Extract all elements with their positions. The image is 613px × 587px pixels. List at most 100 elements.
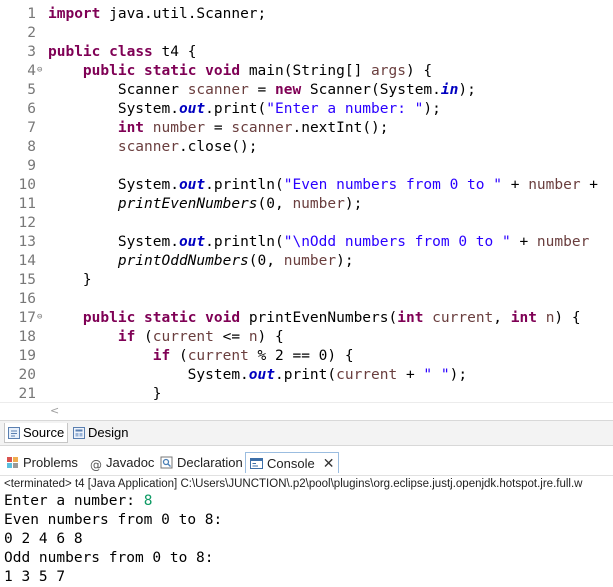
line-number: 18	[18, 329, 36, 345]
design-icon	[73, 427, 85, 439]
tab-declaration[interactable]: Declaration	[160, 453, 243, 473]
scroll-left-icon[interactable]: <	[50, 404, 59, 417]
line-number: 10	[18, 177, 36, 193]
code-token: .print(	[275, 367, 337, 383]
code-token: System.	[48, 177, 179, 193]
code-token: current	[336, 367, 398, 383]
code-token: main(String[]	[240, 63, 372, 79]
line-number: 11	[18, 196, 36, 212]
code-token: java.util.Scanner;	[100, 6, 267, 22]
tab-console[interactable]: Console ✕	[245, 452, 340, 473]
line-number: 9	[27, 158, 36, 174]
code-token: .print(	[205, 101, 267, 117]
tab-javadoc[interactable]: @ Javadoc	[90, 453, 154, 473]
code-token: out	[178, 234, 206, 250]
line-number: 2	[27, 25, 36, 41]
code-token: (	[170, 348, 188, 364]
code-token: <=	[213, 329, 249, 345]
tab-declaration-label: Declaration	[177, 455, 243, 470]
code-token: printOddNumbers	[117, 253, 249, 269]
code-token: static	[144, 310, 197, 326]
tab-problems[interactable]: Problems	[6, 453, 78, 473]
line-number: 20	[18, 367, 36, 383]
code-token: public	[82, 63, 136, 79]
console-line: 0 2 4 6 8	[4, 531, 83, 547]
code-token: scanner	[117, 139, 179, 155]
code-token: (	[135, 329, 153, 345]
horizontal-scrollbar[interactable]: <	[0, 402, 613, 421]
code-text: public class t4 {	[48, 43, 196, 62]
code-token: (0,	[257, 196, 293, 212]
code-token: ) {	[554, 310, 581, 326]
line-number: 16	[18, 291, 36, 307]
code-token: int	[510, 310, 537, 326]
code-token: System.	[48, 367, 249, 383]
code-token: number	[152, 120, 206, 136]
code-token: +	[397, 367, 424, 383]
line-number: 13	[18, 234, 36, 250]
code-token: % 2 == 0) {	[248, 348, 354, 364]
code-token: new	[275, 82, 302, 98]
fold-toggle-icon[interactable]: ⊖	[37, 62, 47, 81]
code-token: (0,	[248, 253, 284, 269]
code-editor[interactable]: 1 import java.util.Scanner; 2 3 public class…	[0, 0, 613, 402]
code-text: public static void printEvenNumbers(int …	[48, 309, 581, 328]
editor-mode-tabs: Source Design	[0, 420, 613, 446]
code-token: );	[344, 196, 363, 212]
code-text: int number = scanner.nextInt();	[48, 119, 389, 138]
code-token: }	[48, 386, 162, 402]
code-token: in	[440, 82, 459, 98]
code-token: Scanner	[48, 82, 188, 98]
tab-design[interactable]: Design	[70, 423, 131, 442]
code-token: current	[152, 329, 214, 345]
code-token: .println(	[205, 177, 284, 193]
code-text: System.out.println("\nOdd numbers from 0…	[48, 233, 589, 252]
line-number: 8	[27, 139, 36, 155]
code-token: scanner	[187, 82, 249, 98]
console-line: Odd numbers from 0 to 8:	[4, 550, 214, 566]
code-token: " "	[423, 367, 450, 383]
fold-toggle-icon[interactable]: ⊖	[37, 309, 47, 328]
code-text: System.out.print("Enter a number: ");	[48, 100, 441, 119]
code-token: );	[336, 253, 354, 269]
code-token: number	[283, 253, 337, 269]
code-token: );	[458, 82, 476, 98]
code-token: void	[205, 63, 241, 79]
console-output[interactable]: Enter a number: 8 Even numbers from 0 to…	[4, 492, 613, 586]
code-token: }	[48, 272, 92, 288]
tab-source[interactable]: Source	[4, 423, 69, 443]
code-text: System.out.println("Even numbers from 0 …	[48, 176, 598, 195]
code-token: =	[205, 120, 232, 136]
line-number: 15	[18, 272, 36, 288]
code-token: =	[248, 82, 275, 98]
code-token: number	[528, 177, 581, 193]
code-token: void	[205, 310, 241, 326]
line-number: 4	[27, 63, 36, 79]
line-number: 14	[18, 253, 36, 269]
code-token: Scanner(System.	[301, 82, 441, 98]
code-token: +	[580, 177, 599, 193]
close-icon[interactable]: ✕	[323, 455, 335, 471]
code-token: ,	[493, 310, 511, 326]
tab-problems-label: Problems	[23, 455, 78, 470]
code-token: +	[510, 234, 537, 250]
code-token: number	[292, 196, 345, 212]
code-text: if (current <= n) {	[48, 328, 284, 347]
code-token: );	[449, 367, 468, 383]
console-line: Even numbers from 0 to 8:	[4, 512, 223, 528]
code-token: "\nOdd numbers from 0 to "	[283, 234, 511, 250]
code-token: class	[109, 44, 153, 60]
javadoc-icon: @	[90, 458, 102, 472]
code-token: args	[371, 63, 406, 79]
console-line: Enter a number: 8	[4, 492, 152, 511]
code-token: out	[178, 101, 206, 117]
